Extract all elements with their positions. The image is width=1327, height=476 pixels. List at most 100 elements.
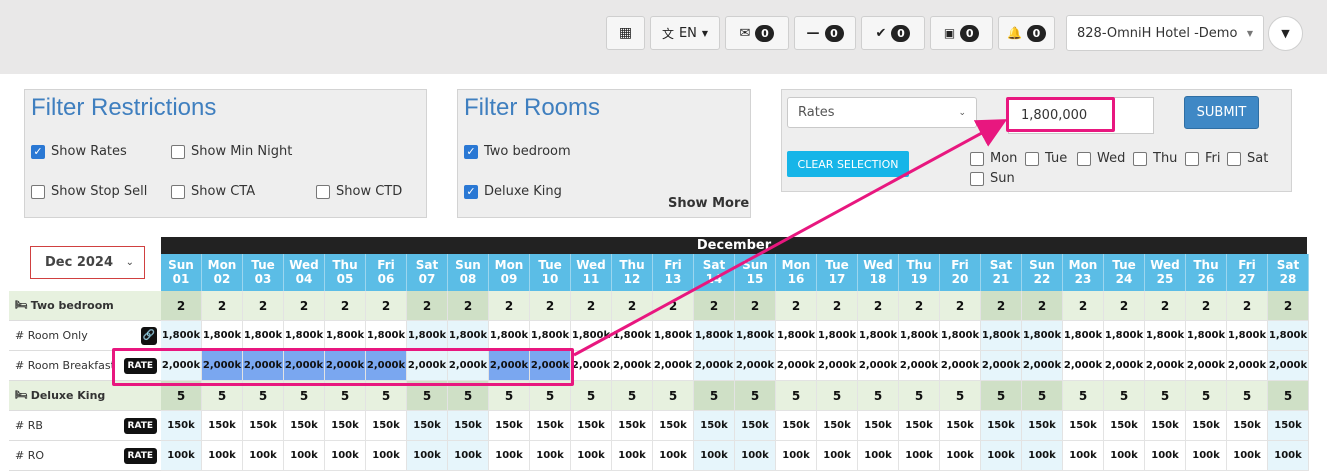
rate-cell[interactable]: 150k <box>981 411 1022 441</box>
availability-cell[interactable]: 5 <box>1022 381 1063 411</box>
rate-cell[interactable]: 150k <box>1104 411 1145 441</box>
rate-cell[interactable]: 150k <box>1145 411 1186 441</box>
availability-cell[interactable]: 2 <box>940 291 981 321</box>
month-select[interactable]: Dec 2024 ⌄ <box>30 246 145 279</box>
availability-cell[interactable]: 2 <box>243 291 284 321</box>
rate-cell[interactable]: 150k <box>612 411 653 441</box>
rate-cell[interactable]: 100k <box>776 441 817 471</box>
weekday-checkbox-sun[interactable]: Sun <box>970 171 1015 186</box>
clear-selection-button[interactable]: CLEAR SELECTION <box>787 151 909 177</box>
rate-cell[interactable]: 1,800k <box>1063 321 1104 351</box>
rate-cell[interactable]: 100k <box>243 441 284 471</box>
availability-cell[interactable]: 5 <box>366 381 407 411</box>
availability-cell[interactable]: 2 <box>653 291 694 321</box>
weekday-checkbox-wed[interactable]: Wed <box>1077 151 1125 166</box>
rate-cell[interactable]: 150k <box>899 411 940 441</box>
rate-cell[interactable]: 2,000k <box>653 351 694 381</box>
rate-cell[interactable]: 2,000k <box>243 351 284 381</box>
notifications-button[interactable]: 🔔 0 <box>998 16 1055 50</box>
availability-cell[interactable]: 5 <box>981 381 1022 411</box>
rate-cell[interactable]: 1,800k <box>325 321 366 351</box>
rate-cell[interactable]: 100k <box>571 441 612 471</box>
availability-cell[interactable]: 2 <box>202 291 243 321</box>
availability-cell[interactable]: 5 <box>899 381 940 411</box>
rate-cell[interactable]: 150k <box>817 411 858 441</box>
rate-cell[interactable]: 150k <box>694 411 735 441</box>
rate-cell[interactable]: 1,800k <box>858 321 899 351</box>
rate-cell[interactable]: 1,800k <box>1186 321 1227 351</box>
availability-cell[interactable]: 5 <box>489 381 530 411</box>
rate-cell[interactable]: 150k <box>243 411 284 441</box>
rate-cell[interactable]: 1,800k <box>776 321 817 351</box>
weekday-checkbox-thu[interactable]: Thu <box>1133 151 1177 166</box>
availability-cell[interactable]: 5 <box>284 381 325 411</box>
rate-cell[interactable]: 2,000k <box>571 351 612 381</box>
show-stop-sell-checkbox[interactable]: Show Stop Sell <box>31 184 147 199</box>
availability-cell[interactable]: 2 <box>735 291 776 321</box>
rate-cell[interactable]: 1,800k <box>653 321 694 351</box>
availability-cell[interactable]: 5 <box>694 381 735 411</box>
availability-cell[interactable]: 2 <box>366 291 407 321</box>
availability-cell[interactable]: 2 <box>1063 291 1104 321</box>
rate-cell[interactable]: 2,000k <box>284 351 325 381</box>
availability-cell[interactable]: 2 <box>612 291 653 321</box>
availability-cell[interactable]: 2 <box>899 291 940 321</box>
availability-cell[interactable]: 5 <box>940 381 981 411</box>
rate-cell[interactable]: 2,000k <box>612 351 653 381</box>
two-bedroom-checkbox[interactable]: ✓ Two bedroom <box>464 144 571 159</box>
availability-cell[interactable]: 2 <box>407 291 448 321</box>
rate-cell[interactable]: 150k <box>1022 411 1063 441</box>
rate-cell[interactable]: 1,800k <box>1022 321 1063 351</box>
inbox-button[interactable]: ✉ 0 <box>725 16 789 50</box>
rate-cell[interactable]: 100k <box>161 441 202 471</box>
rate-cell[interactable]: 2,000k <box>202 351 243 381</box>
rate-cell[interactable]: 150k <box>1227 411 1268 441</box>
rate-cell[interactable]: 150k <box>571 411 612 441</box>
rate-cell[interactable]: 150k <box>653 411 694 441</box>
rate-cell[interactable]: 2,000k <box>489 351 530 381</box>
rate-cell[interactable]: 2,000k <box>694 351 735 381</box>
rate-cell[interactable]: 100k <box>694 441 735 471</box>
rate-cell[interactable]: 2,000k <box>1227 351 1268 381</box>
rate-cell[interactable]: 150k <box>161 411 202 441</box>
show-more-link[interactable]: Show More <box>668 196 749 211</box>
rate-cell[interactable]: 2,000k <box>817 351 858 381</box>
rate-cell[interactable]: 2,000k <box>1268 351 1309 381</box>
weekday-checkbox-sat[interactable]: Sat <box>1227 151 1268 166</box>
rate-cell[interactable]: 100k <box>1268 441 1309 471</box>
rate-cell[interactable]: 1,800k <box>161 321 202 351</box>
availability-cell[interactable]: 5 <box>858 381 899 411</box>
availability-cell[interactable]: 5 <box>776 381 817 411</box>
availability-cell[interactable]: 5 <box>612 381 653 411</box>
rate-cell[interactable]: 1,800k <box>940 321 981 351</box>
availability-cell[interactable]: 2 <box>325 291 366 321</box>
rate-cell[interactable]: 150k <box>489 411 530 441</box>
weekday-checkbox-tue[interactable]: Tue <box>1025 151 1067 166</box>
show-cta-checkbox[interactable]: Show CTA <box>171 184 255 199</box>
rate-cell[interactable]: 2,000k <box>776 351 817 381</box>
availability-cell[interactable]: 2 <box>981 291 1022 321</box>
rate-cell[interactable]: 100k <box>981 441 1022 471</box>
rate-cell[interactable]: 100k <box>489 441 530 471</box>
availability-cell[interactable]: 2 <box>530 291 571 321</box>
rate-cell[interactable]: 2,000k <box>858 351 899 381</box>
availability-cell[interactable]: 5 <box>1268 381 1309 411</box>
rate-cell[interactable]: 150k <box>1268 411 1309 441</box>
rate-cell[interactable]: 100k <box>858 441 899 471</box>
rate-cell[interactable]: 100k <box>1104 441 1145 471</box>
availability-cell[interactable]: 5 <box>1063 381 1104 411</box>
rate-cell[interactable]: 1,800k <box>530 321 571 351</box>
rate-value-input[interactable]: 1,800,000 <box>1008 97 1154 134</box>
availability-cell[interactable]: 2 <box>161 291 202 321</box>
rate-cell[interactable]: 100k <box>1022 441 1063 471</box>
rate-cell[interactable]: 2,000k <box>1063 351 1104 381</box>
availability-cell[interactable]: 5 <box>1145 381 1186 411</box>
rate-cell[interactable]: 100k <box>366 441 407 471</box>
rate-cell[interactable]: 100k <box>530 441 571 471</box>
availability-cell[interactable]: 5 <box>1104 381 1145 411</box>
rate-cell[interactable]: 1,800k <box>243 321 284 351</box>
rate-cell[interactable]: 2,000k <box>325 351 366 381</box>
hotel-select[interactable]: 828-OmniH Hotel -Demo ▼ <box>1066 15 1264 51</box>
rate-cell[interactable]: 2,000k <box>1145 351 1186 381</box>
rate-cell[interactable]: 2,000k <box>981 351 1022 381</box>
